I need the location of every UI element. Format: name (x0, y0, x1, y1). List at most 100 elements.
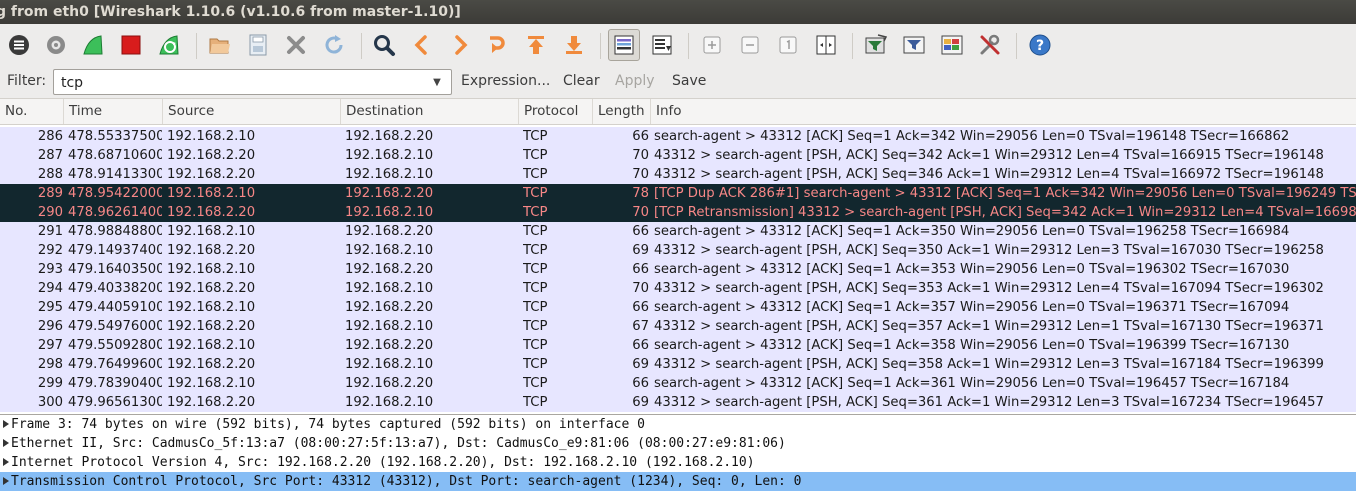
column-header-source[interactable]: Source (163, 99, 341, 124)
table-row[interactable]: 291 478.988488000 192.168.2.10 192.168.2.20… (0, 222, 1356, 241)
cell-src: 192.168.2.20 (167, 395, 256, 410)
column-header-destination[interactable]: Destination (341, 99, 519, 124)
save-filter-button[interactable]: Save (672, 73, 706, 89)
go-back-icon[interactable] (408, 31, 436, 59)
cell-info: search-agent > 43312 [ACK] Seq=1 Ack=361… (654, 376, 1290, 391)
expression-button[interactable]: Expression... (461, 73, 550, 89)
zoom-in-icon[interactable] (698, 31, 726, 59)
reload-icon[interactable] (320, 31, 348, 59)
cell-dst: 192.168.2.10 (345, 167, 434, 182)
help-icon[interactable]: ? (1026, 31, 1054, 59)
table-row[interactable]: 289 478.954220000 192.168.2.10 192.168.2.20… (0, 184, 1356, 203)
table-row[interactable]: 287 478.687106000 192.168.2.20 192.168.2.10… (0, 146, 1356, 165)
table-row[interactable]: 296 479.549760000 192.168.2.20 192.168.2.10… (0, 317, 1356, 336)
cell-time: 479.783904000 (68, 376, 162, 391)
cell-dst: 192.168.2.10 (345, 148, 434, 163)
filter-input[interactable] (59, 72, 423, 94)
cell-proto: TCP (523, 395, 548, 410)
column-header-protocol[interactable]: Protocol (519, 99, 593, 124)
cell-no: 298 (37, 357, 63, 372)
coloring-rules-icon[interactable] (938, 31, 966, 59)
cell-time: 478.962614000 (68, 205, 162, 220)
table-row[interactable]: 293 479.164035000 192.168.2.10 192.168.2.20… (0, 260, 1356, 279)
go-to-packet-icon[interactable] (484, 31, 512, 59)
column-header-length[interactable]: Length (593, 99, 651, 124)
cell-proto: TCP (523, 281, 548, 296)
cell-no: 296 (37, 319, 63, 334)
colorize-icon[interactable] (608, 29, 640, 61)
cell-time: 478.553375000 (68, 129, 162, 144)
cell-proto: TCP (523, 224, 548, 239)
find-packet-icon[interactable] (370, 31, 398, 59)
expand-arrow-icon[interactable] (3, 458, 9, 466)
cell-time: 478.914133000 (68, 167, 162, 182)
preferences-icon[interactable] (976, 31, 1004, 59)
table-row[interactable]: 290 478.962614000 192.168.2.20 192.168.2.10… (0, 203, 1356, 222)
resize-columns-icon[interactable] (812, 31, 840, 59)
table-row[interactable]: 286 478.553375000 192.168.2.10 192.168.2.20… (0, 127, 1356, 146)
detail-tree-item[interactable]: Internet Protocol Version 4, Src: 192.16… (0, 453, 1356, 472)
stop-capture-icon[interactable] (117, 31, 145, 59)
packet-details-pane[interactable]: Frame 3: 74 bytes on wire (592 bits), 74… (0, 414, 1356, 495)
detail-tree-item[interactable]: Frame 3: 74 bytes on wire (592 bits), 74… (0, 415, 1356, 434)
cell-info: [TCP Dup ACK 286#1] search-agent > 43312… (654, 186, 1356, 201)
cell-proto: TCP (523, 262, 548, 277)
cell-no: 292 (37, 243, 63, 258)
column-header-info[interactable]: Info (651, 99, 1356, 124)
cell-no: 288 (37, 167, 63, 182)
window-title: g from eth0 [Wireshark 1.10.6 (v1.10.6 f… (0, 4, 461, 20)
detail-tree-item[interactable]: Transmission Control Protocol, Src Port:… (0, 472, 1356, 491)
normal-size-icon[interactable] (774, 31, 802, 59)
go-last-icon[interactable] (560, 31, 588, 59)
cell-time: 479.965613000 (68, 395, 162, 410)
display-filters-icon[interactable] (900, 31, 928, 59)
column-header-time[interactable]: Time (64, 99, 163, 124)
cell-dst: 192.168.2.20 (345, 224, 434, 239)
cell-src: 192.168.2.10 (167, 376, 256, 391)
table-row[interactable]: 297 479.550928000 192.168.2.10 192.168.2.20… (0, 336, 1356, 355)
zoom-out-icon[interactable] (736, 31, 764, 59)
table-row[interactable]: 294 479.403382000 192.168.2.20 192.168.2.10… (0, 279, 1356, 298)
close-file-icon[interactable] (282, 31, 310, 59)
detail-tree-item[interactable]: Ethernet II, Src: CadmusCo_5f:13:a7 (08:… (0, 434, 1356, 453)
cell-dst: 192.168.2.10 (345, 281, 434, 296)
table-row[interactable]: 292 479.149374000 192.168.2.20 192.168.2.10… (0, 241, 1356, 260)
start-capture-icon[interactable] (79, 31, 107, 59)
table-row[interactable]: 298 479.764996000 192.168.2.20 192.168.2.10… (0, 355, 1356, 374)
cell-info: 43312 > search-agent [PSH, ACK] Seq=346 … (654, 167, 1324, 182)
expand-arrow-icon[interactable] (3, 477, 9, 485)
expand-arrow-icon[interactable] (3, 439, 9, 447)
cell-no: 294 (37, 281, 63, 296)
cell-no: 289 (37, 186, 63, 201)
cell-len: 67 (632, 319, 649, 334)
cell-proto: TCP (523, 243, 548, 258)
table-row[interactable]: 300 479.965613000 192.168.2.20 192.168.2.10… (0, 393, 1356, 412)
packet-list[interactable]: 286 478.553375000 192.168.2.10 192.168.2.20… (0, 125, 1356, 414)
chevron-down-icon[interactable]: ▼ (427, 72, 447, 92)
cell-info: search-agent > 43312 [ACK] Seq=1 Ack=358… (654, 338, 1290, 353)
clear-button[interactable]: Clear (563, 73, 600, 89)
table-row[interactable]: 299 479.783904000 192.168.2.10 192.168.2.20… (0, 374, 1356, 393)
table-row[interactable]: 288 478.914133000 192.168.2.20 192.168.2.10… (0, 165, 1356, 184)
detail-tree-label: Ethernet II, Src: CadmusCo_5f:13:a7 (08:… (11, 436, 786, 451)
interfaces-icon[interactable] (5, 31, 33, 59)
restart-capture-icon[interactable] (155, 31, 183, 59)
capture-filters-icon[interactable] (862, 31, 890, 59)
cell-len: 66 (632, 338, 649, 353)
options-icon[interactable] (42, 31, 70, 59)
cell-len: 66 (632, 224, 649, 239)
cell-time: 479.403382000 (68, 281, 162, 296)
open-file-icon[interactable] (206, 31, 234, 59)
table-row[interactable]: 295 479.440591000 192.168.2.10 192.168.2.20… (0, 298, 1356, 317)
column-header-no[interactable]: No. (0, 99, 64, 124)
go-forward-icon[interactable] (446, 31, 474, 59)
cell-len: 66 (632, 300, 649, 315)
autoscroll-icon[interactable] (648, 31, 676, 59)
cell-time: 479.550928000 (68, 338, 162, 353)
filter-combobox[interactable]: ▼ (53, 69, 452, 95)
save-file-icon[interactable] (244, 31, 272, 59)
cell-len: 69 (632, 395, 649, 410)
apply-button[interactable]: Apply (615, 73, 655, 89)
go-first-icon[interactable] (522, 31, 550, 59)
expand-arrow-icon[interactable] (3, 420, 9, 428)
